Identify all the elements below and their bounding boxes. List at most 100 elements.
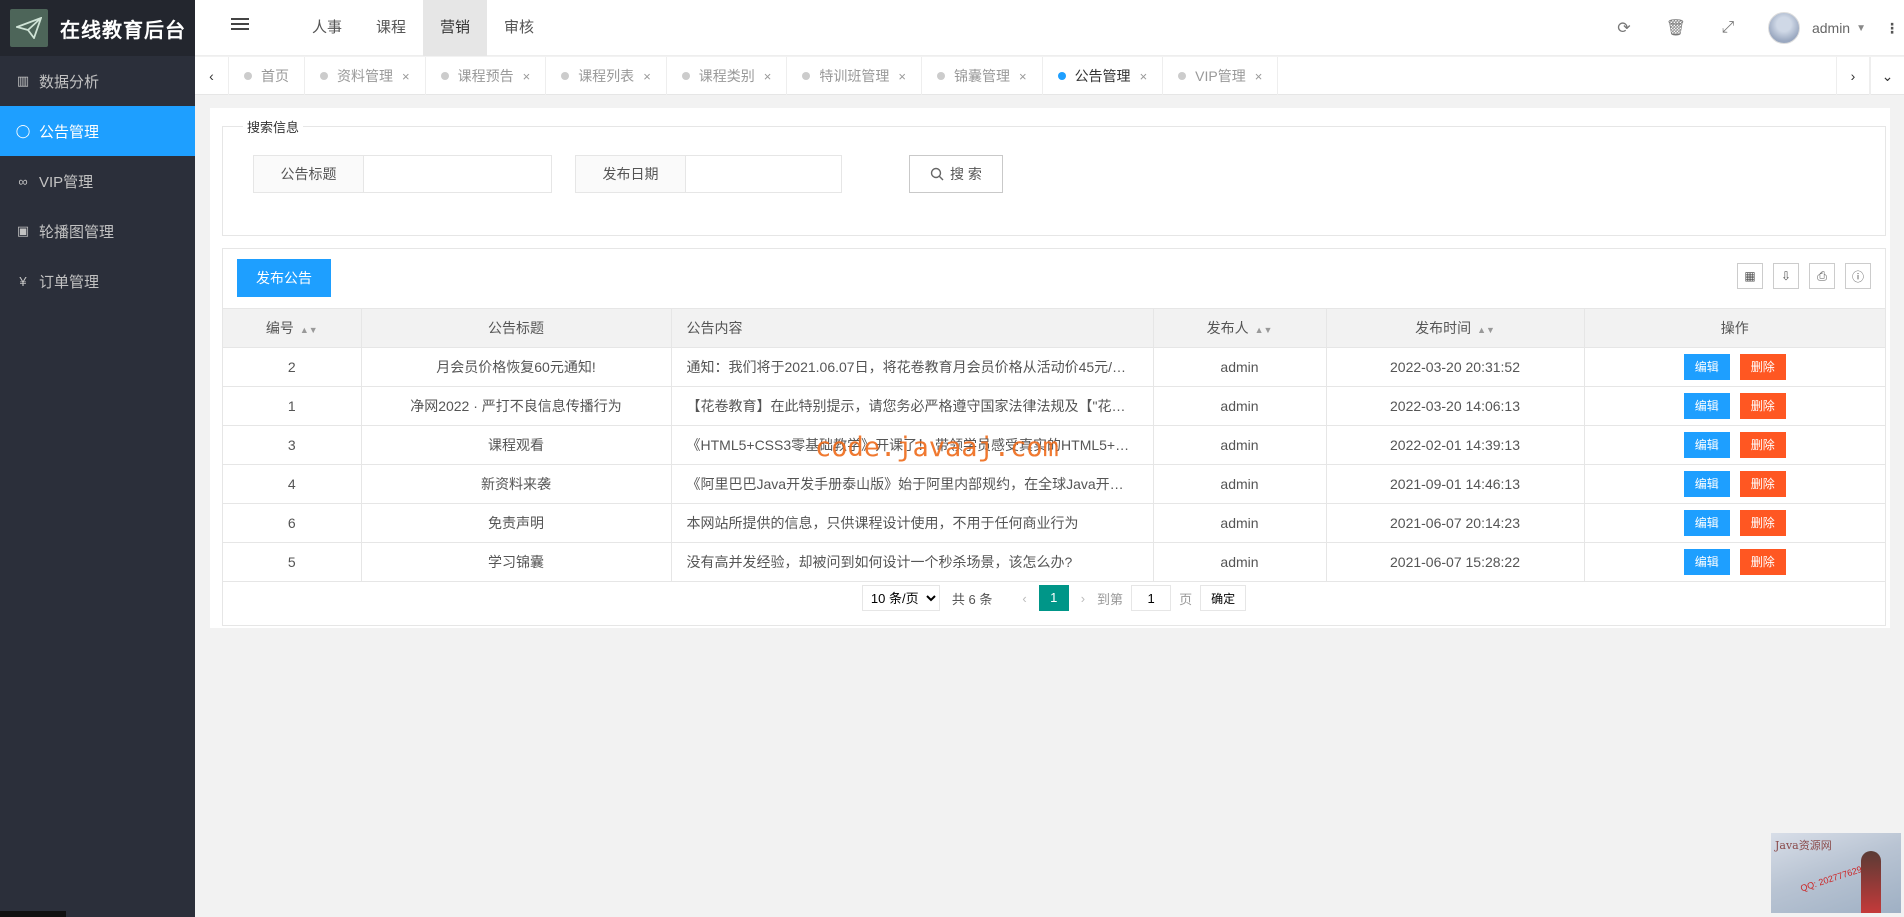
sidebar-item-label: 公告管理 (39, 123, 100, 141)
notice-table: 编号 ▲▼ 公告标题 公告内容 发布人 ▲▼ 发布时间 ▲▼ 操作 2 月会员价格恢复6… (223, 309, 1885, 582)
cell-actions: 编辑 删除 (1584, 503, 1885, 543)
user-name[interactable]: admin (1812, 20, 1850, 36)
edit-button[interactable]: 编辑 (1683, 353, 1730, 380)
image-icon: ▣ (16, 223, 30, 238)
tab[interactable]: 课程类别 × (667, 57, 788, 95)
cell-content: 《HTML5+CSS3零基础教学》开课了！ 带领学员感受真实的HTML5+CSS… (671, 425, 1154, 465)
refresh-icon[interactable]: ⟳ (1598, 18, 1650, 38)
table-toolbar: 发布公告 ▦ ⇩ ⎙ ⓘ (223, 249, 1885, 309)
sidebar-item-1[interactable]: ◯ 公告管理 (0, 106, 195, 156)
cell-author: admin (1153, 503, 1327, 543)
columns-filter-icon[interactable]: ▦ (1737, 263, 1763, 289)
close-icon[interactable]: × (643, 69, 651, 84)
sidebar-item-label: 订单管理 (39, 273, 100, 291)
logo[interactable]: 在线教育后台 (0, 0, 195, 56)
tab-label: 课程预告 (457, 68, 514, 84)
close-icon[interactable]: × (402, 69, 410, 84)
top-menu-item[interactable]: 课程 (359, 0, 423, 56)
col-header-author[interactable]: 发布人 ▲▼ (1153, 309, 1327, 348)
tab-dot-icon (681, 72, 690, 80)
delete-button[interactable]: 删除 (1739, 509, 1786, 536)
more-vertical-icon[interactable]: ⋮ (1880, 20, 1904, 37)
tab[interactable]: 课程列表 × (546, 57, 667, 95)
search-button-label: 搜 索 (950, 166, 982, 182)
tab-dot-icon (440, 72, 449, 80)
edit-button[interactable]: 编辑 (1683, 548, 1730, 575)
table-row: 2 月会员价格恢复60元通知! 通知：我们将于2021.06.07日，将花卷教育月会… (223, 347, 1885, 387)
search-button[interactable]: 搜 索 (909, 155, 1003, 193)
cell-content: 本网站所提供的信息，只供课程设计使用，不用于任何商业行为 (671, 503, 1154, 543)
info-icon[interactable]: ⓘ (1845, 263, 1871, 289)
top-menu-item[interactable]: 审核 (487, 0, 551, 56)
tab-label: 课程列表 (578, 68, 635, 84)
sidebar-item-label: 数据分析 (39, 73, 100, 91)
delete-button[interactable]: 删除 (1739, 470, 1786, 497)
goto-confirm-button[interactable]: 确定 (1200, 585, 1247, 611)
delete-button[interactable]: 删除 (1739, 392, 1786, 419)
sort-icon[interactable]: ▲▼ (1477, 325, 1495, 335)
col-header-time[interactable]: 发布时间 ▲▼ (1326, 309, 1585, 348)
tab[interactable]: 锦囊管理 × (922, 57, 1043, 95)
top-menu-item[interactable]: 人事 (295, 0, 359, 56)
tabs-menu-chevron-icon[interactable]: ⌄ (1870, 57, 1904, 95)
edit-button[interactable]: 编辑 (1683, 431, 1730, 458)
close-icon[interactable]: × (1140, 69, 1148, 84)
close-icon[interactable]: × (523, 69, 531, 84)
current-page-button[interactable]: 1 (1038, 585, 1069, 611)
edit-button[interactable]: 编辑 (1683, 470, 1730, 497)
fullscreen-icon[interactable]: ⤢ (1702, 19, 1754, 37)
sort-icon[interactable]: ▲▼ (1255, 325, 1273, 335)
trash-icon[interactable]: 🗑 (1650, 18, 1702, 38)
publish-notice-button[interactable]: 发布公告 (237, 259, 331, 297)
edit-button[interactable]: 编辑 (1683, 509, 1730, 536)
chevron-down-icon[interactable]: ▼ (1856, 23, 1866, 34)
date-search-input[interactable] (686, 156, 841, 192)
delete-button[interactable]: 删除 (1739, 431, 1786, 458)
page-size-select[interactable]: 10 条/页 (861, 585, 940, 611)
next-page-icon[interactable]: › (1081, 591, 1085, 606)
tab[interactable]: 课程预告 × (426, 57, 547, 95)
goto-page-input[interactable] (1131, 585, 1172, 611)
sort-icon[interactable]: ▲▼ (300, 325, 318, 335)
delete-button[interactable]: 删除 (1739, 353, 1786, 380)
tab[interactable]: 资料管理 × (305, 57, 426, 95)
col-header-id[interactable]: 编号 ▲▼ (223, 309, 362, 348)
print-icon[interactable]: ⎙ (1809, 263, 1835, 289)
export-icon[interactable]: ⇩ (1773, 263, 1799, 289)
cell-content: 通知：我们将于2021.06.07日，将花卷教育月会员价格从活动价45元/月恢复… (671, 347, 1154, 387)
sidebar-item-0[interactable]: ▥ 数据分析 (0, 56, 195, 106)
bottom-bar (0, 911, 66, 917)
search-panel: 搜索信息 公告标题 发布日期 搜 索 (222, 117, 1886, 236)
tab-label: 课程类别 (698, 68, 755, 84)
tabs-next-icon[interactable]: › (1836, 57, 1870, 95)
corner-ad-image: Java资源网 QQ: 2027776292 (1771, 833, 1901, 913)
sidebar-item-2[interactable]: ∞ VIP管理 (0, 156, 195, 206)
prev-page-icon[interactable]: ‹ (1022, 591, 1026, 606)
table-row: 6 免责声明 本网站所提供的信息，只供课程设计使用，不用于任何商业行为 admin 20… (223, 503, 1885, 543)
tab[interactable]: VIP管理 × (1163, 57, 1279, 95)
table-header-row: 编号 ▲▼ 公告标题 公告内容 发布人 ▲▼ 发布时间 ▲▼ 操作 (223, 309, 1885, 348)
close-icon[interactable]: × (1019, 69, 1027, 84)
menu-toggle-icon[interactable] (231, 18, 249, 36)
goto-label: 到第 (1097, 591, 1124, 607)
tabs-prev-icon[interactable]: ‹ (195, 57, 229, 95)
top-menu-item[interactable]: 营销 (423, 0, 488, 56)
tab[interactable]: 特训班管理 × (787, 57, 922, 95)
close-icon[interactable]: × (1255, 69, 1263, 84)
avatar[interactable] (1767, 12, 1800, 44)
date-field-label: 发布日期 (576, 156, 686, 192)
title-search-input[interactable] (364, 156, 551, 192)
edit-button[interactable]: 编辑 (1683, 392, 1730, 419)
cell-time: 2022-02-01 14:39:13 (1326, 425, 1585, 465)
table-row: 4 新资料来袭 《阿里巴巴Java开发手册泰山版》始于阿里内部规约，在全球Java开… (223, 464, 1885, 504)
tab[interactable]: 首页 (229, 57, 305, 95)
close-icon[interactable]: × (764, 69, 772, 84)
col-header-content: 公告内容 (671, 309, 1154, 348)
sidebar: 在线教育后台 ▥ 数据分析 ◯ 公告管理 ∞ VIP管理 ▣ 轮播图管理 ¥ 订单管理 (0, 0, 195, 917)
sidebar-item-3[interactable]: ▣ 轮播图管理 (0, 206, 195, 256)
close-icon[interactable]: × (898, 69, 906, 84)
tab[interactable]: 公告管理 × (1043, 57, 1164, 95)
delete-button[interactable]: 删除 (1739, 548, 1786, 575)
total-count: 共 6 条 (951, 591, 993, 607)
sidebar-item-4[interactable]: ¥ 订单管理 (0, 256, 195, 306)
